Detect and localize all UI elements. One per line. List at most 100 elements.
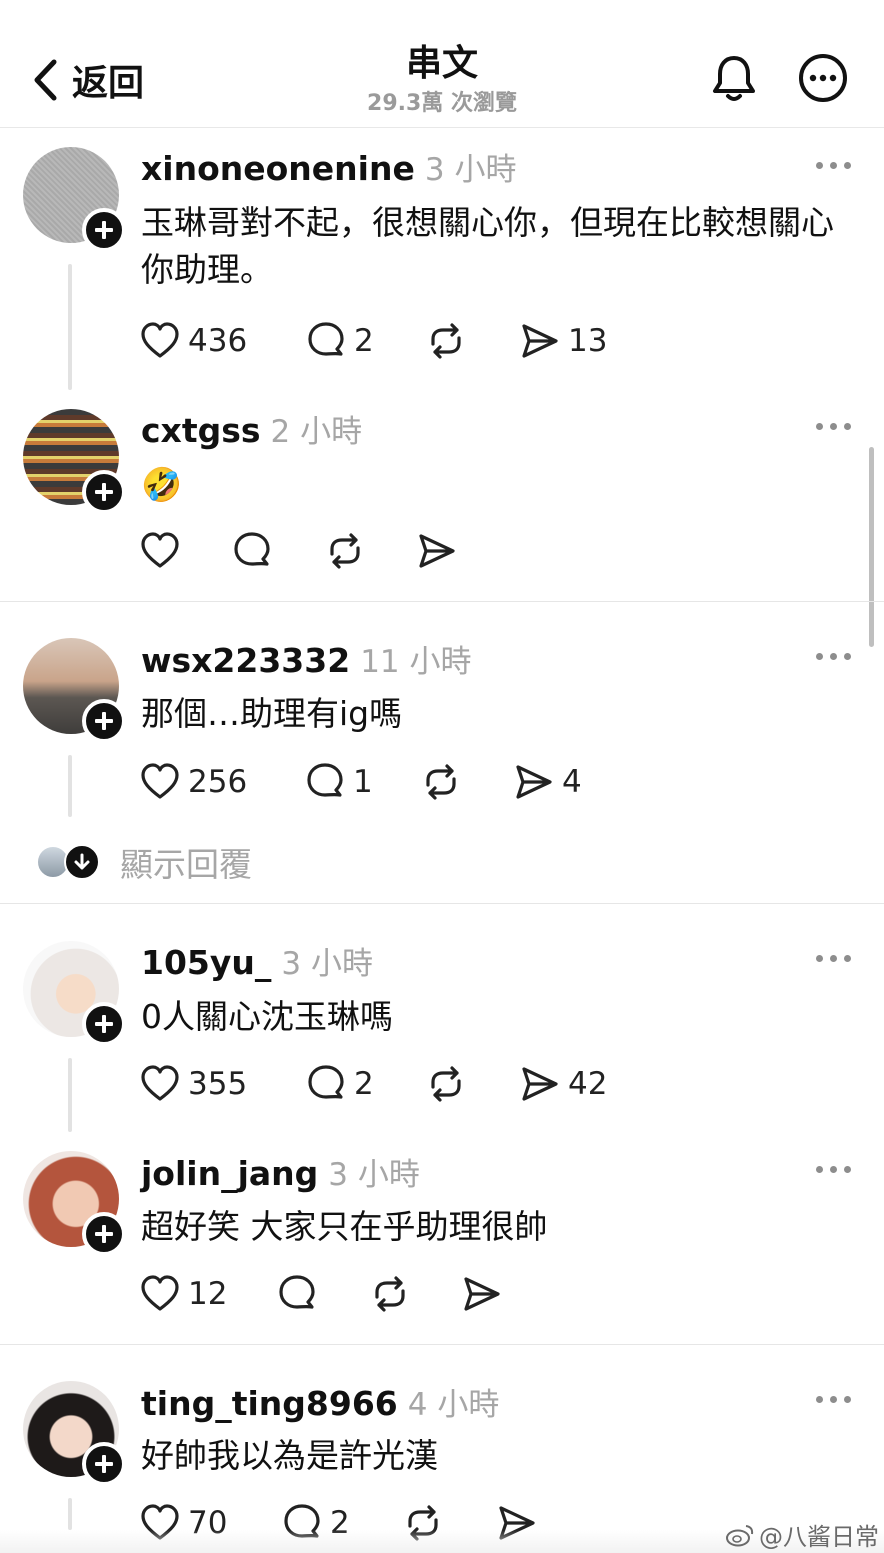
repost-button[interactable]	[325, 529, 365, 573]
username[interactable]: jolin_jang	[141, 1154, 318, 1193]
comment-icon	[308, 1065, 344, 1099]
show-replies-label: 顯示回覆	[120, 845, 252, 884]
post-text: 🤣	[141, 465, 183, 504]
username[interactable]: 105yu_	[141, 943, 271, 982]
post-more-button[interactable]	[816, 648, 852, 664]
username[interactable]: xinoneonenine	[141, 149, 415, 188]
post-more-button[interactable]	[816, 1391, 852, 1407]
like-button[interactable]: 436	[140, 319, 247, 363]
follow-button[interactable]	[82, 208, 126, 252]
comment-icon	[279, 1275, 315, 1309]
timestamp: 3 小時	[424, 152, 517, 188]
like-button[interactable]: 355	[140, 1062, 247, 1106]
heart-icon	[141, 1065, 179, 1101]
repost-icon	[431, 1066, 461, 1102]
timestamp: 3 小時	[281, 946, 373, 982]
share-button[interactable]: 4	[514, 760, 582, 804]
heart-icon	[141, 532, 179, 568]
like-count: 436	[188, 323, 248, 359]
divider	[0, 903, 884, 904]
timestamp: 11 小時	[360, 644, 472, 680]
post-more-button[interactable]	[816, 418, 852, 434]
bell-icon	[713, 56, 755, 101]
reply-button[interactable]	[232, 529, 272, 573]
watermark-text: @八酱日常	[759, 1523, 879, 1551]
divider	[0, 1344, 884, 1345]
arrow-down-icon	[64, 844, 100, 880]
timestamp: 3 小時	[328, 1157, 420, 1193]
share-button[interactable]: 42	[520, 1062, 607, 1106]
repost-icon	[375, 1276, 405, 1312]
reply-count: 2	[354, 1066, 374, 1102]
follow-button[interactable]	[82, 1002, 126, 1046]
thread-line	[68, 1498, 72, 1530]
more-circle-icon	[799, 54, 847, 102]
post-text: 玉琳哥對不起，很想關心你，但現在比較想關心你助理。	[141, 203, 834, 289]
post-more-button[interactable]	[816, 1161, 852, 1177]
post-text: 0人關心沈玉琳嗎	[141, 997, 393, 1036]
post-more-button[interactable]	[816, 157, 852, 173]
repost-button[interactable]	[370, 1272, 410, 1316]
timestamp: 4 小時	[407, 1387, 500, 1423]
notifications-button[interactable]	[708, 52, 760, 104]
reply-button[interactable]: 1	[305, 760, 373, 804]
share-button[interactable]	[417, 529, 457, 573]
more-options-button[interactable]	[797, 52, 849, 104]
like-button[interactable]: 256	[140, 760, 247, 804]
share-button[interactable]	[462, 1272, 502, 1316]
repost-icon	[330, 533, 360, 569]
scrollbar[interactable]	[869, 447, 874, 647]
heart-icon	[141, 322, 179, 358]
watermark: @八酱日常	[725, 1517, 879, 1552]
post-meta: wsx223332 11 小時	[141, 636, 472, 681]
like-count: 256	[188, 764, 248, 800]
send-icon	[516, 765, 552, 799]
send-icon	[419, 534, 455, 568]
repost-icon	[431, 323, 461, 359]
repost-icon	[426, 764, 456, 800]
show-replies-button[interactable]: 顯示回覆	[36, 838, 252, 886]
post-meta: xinoneonenine 3 小時	[141, 144, 516, 189]
post-more-button[interactable]	[816, 950, 852, 966]
follow-button[interactable]	[82, 1442, 126, 1486]
post-meta: 105yu_ 3 小時	[141, 938, 373, 983]
post-text: 那個…助理有ig嗎	[141, 694, 403, 733]
post-meta: jolin_jang 3 小時	[141, 1149, 420, 1194]
reply-button[interactable]: 2	[306, 1062, 374, 1106]
post-meta: ting_ting8966 4 小時	[141, 1379, 499, 1424]
post-text: 好帥我以為是許光漢	[141, 1436, 438, 1475]
share-button[interactable]: 13	[520, 319, 607, 363]
send-icon	[522, 1067, 558, 1101]
heart-icon	[141, 763, 179, 799]
top-bar: 返回 串文 29.3萬 次瀏覽	[0, 0, 884, 128]
repost-button[interactable]	[421, 760, 461, 804]
reply-count: 2	[354, 323, 374, 359]
thread-line	[68, 1058, 72, 1132]
reply-button[interactable]	[277, 1272, 317, 1316]
like-button[interactable]: 12	[140, 1272, 227, 1316]
repost-button[interactable]	[426, 1062, 466, 1106]
weibo-logo-icon	[726, 1524, 754, 1546]
share-count: 4	[562, 764, 582, 800]
share-count: 13	[568, 323, 608, 359]
follow-button[interactable]	[82, 699, 126, 743]
like-count: 355	[188, 1066, 248, 1102]
username[interactable]: cxtgss	[141, 411, 261, 450]
comment-icon	[307, 763, 343, 797]
like-button[interactable]	[140, 529, 180, 573]
divider	[0, 601, 884, 602]
timestamp: 2 小時	[270, 414, 363, 450]
repost-button[interactable]	[426, 319, 466, 363]
follow-button[interactable]	[82, 470, 126, 514]
comment-icon	[308, 322, 344, 356]
reply-count: 1	[353, 764, 373, 800]
username[interactable]: ting_ting8966	[141, 1384, 398, 1423]
comment-icon	[234, 532, 270, 566]
thread-line	[68, 264, 72, 390]
reply-button[interactable]: 2	[306, 319, 374, 363]
username[interactable]: wsx223332	[141, 641, 350, 680]
follow-button[interactable]	[82, 1212, 126, 1256]
send-icon	[522, 324, 558, 358]
send-icon	[464, 1277, 500, 1311]
like-count: 12	[188, 1276, 228, 1312]
